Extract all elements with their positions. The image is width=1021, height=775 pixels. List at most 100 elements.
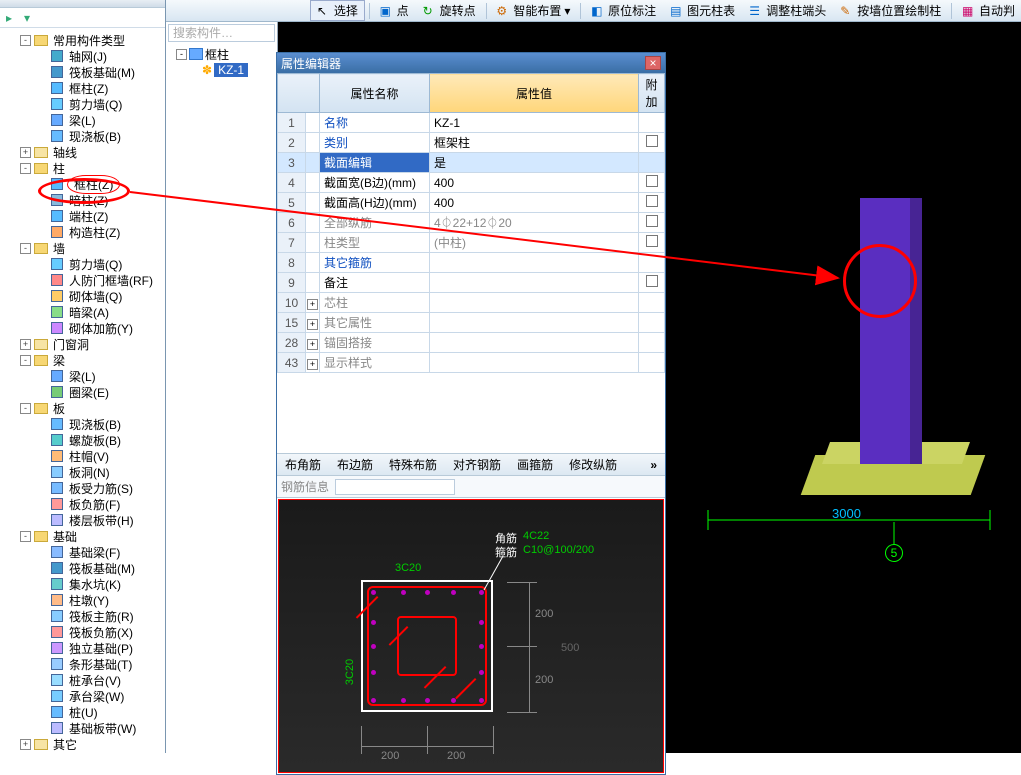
tree-item[interactable]: 轴网(J) <box>0 48 165 64</box>
tree-item[interactable]: -梁 <box>0 352 165 368</box>
tree-item[interactable]: 桩承台(V) <box>0 672 165 688</box>
tree-item[interactable]: -板 <box>0 400 165 416</box>
search-input[interactable]: 搜索构件… <box>168 24 275 42</box>
property-row[interactable]: 1名称KZ-1 <box>278 113 665 133</box>
tree-item[interactable]: 柱墩(Y) <box>0 592 165 608</box>
tree-item[interactable]: 剪力墙(Q) <box>0 96 165 112</box>
expand-icon[interactable]: ▸ <box>6 11 20 25</box>
property-row[interactable]: 6全部纵筋4⏀22+12⏀20 <box>278 213 665 233</box>
rotate-point-button[interactable]: ↻旋转点 <box>417 0 482 21</box>
meta-list-button[interactable]: ▤图元柱表 <box>664 0 741 21</box>
tab-draw-stirrup[interactable]: 画箍筋 <box>513 454 557 475</box>
expand-toggle[interactable]: - <box>20 531 31 542</box>
property-row[interactable]: 15+其它属性 <box>278 313 665 333</box>
property-value[interactable]: 框架柱 <box>430 133 639 153</box>
tree-item[interactable]: -墙 <box>0 240 165 256</box>
tree-item[interactable]: 板负筋(F) <box>0 496 165 512</box>
tree-item[interactable]: +其它 <box>0 736 165 752</box>
property-value[interactable]: 4⏀22+12⏀20 <box>430 213 639 233</box>
property-row[interactable]: 3截面编辑是 <box>278 153 665 173</box>
tree-item[interactable]: 板洞(N) <box>0 464 165 480</box>
property-row[interactable]: 5截面高(H边)(mm)400 <box>278 193 665 213</box>
value-header[interactable]: 属性值 <box>430 74 639 113</box>
expand-toggle[interactable]: + <box>20 147 31 158</box>
expand-toggle[interactable]: + <box>20 339 31 350</box>
tree-item[interactable]: 暗梁(A) <box>0 304 165 320</box>
property-value[interactable]: 400 <box>430 173 639 193</box>
tree-item[interactable]: 基础梁(F) <box>0 544 165 560</box>
tree-item[interactable]: +轴线 <box>0 144 165 160</box>
property-value[interactable] <box>430 353 639 373</box>
tree-item[interactable]: -基础 <box>0 528 165 544</box>
tree-item[interactable]: 构造柱(Z) <box>0 224 165 240</box>
tree-item[interactable]: 条形基础(T) <box>0 656 165 672</box>
expand-toggle[interactable]: - <box>20 35 31 46</box>
name-header[interactable]: 属性名称 <box>320 74 430 113</box>
auto-judge-button[interactable]: ▦自动判 <box>956 0 1021 21</box>
tree-item[interactable]: -常用构件类型 <box>0 32 165 48</box>
property-value[interactable] <box>430 333 639 353</box>
checkbox[interactable] <box>646 235 658 247</box>
tree-item[interactable]: 楼层板带(H) <box>0 512 165 528</box>
property-row[interactable]: 9备注 <box>278 273 665 293</box>
list-root[interactable]: - 框柱 <box>170 46 273 62</box>
tree-item[interactable]: 框柱(Z) <box>0 80 165 96</box>
checkbox[interactable] <box>646 135 658 147</box>
tree-item[interactable]: 现浇板(B) <box>0 416 165 432</box>
tree-item[interactable]: 剪力墙(Q) <box>0 256 165 272</box>
property-grid[interactable]: 属性名称 属性值 附加 1名称KZ-12类别框架柱3截面编辑是4截面宽(B边)(… <box>277 73 665 373</box>
checkbox[interactable] <box>646 175 658 187</box>
property-value[interactable] <box>430 273 639 293</box>
property-value[interactable]: 400 <box>430 193 639 213</box>
expand-toggle[interactable]: + <box>307 299 318 310</box>
tree-item[interactable]: 人防门框墙(RF) <box>0 272 165 288</box>
tree-item[interactable]: 筏板负筋(X) <box>0 624 165 640</box>
tree-item[interactable]: 梁(L) <box>0 112 165 128</box>
property-row[interactable]: 28+锚固搭接 <box>278 333 665 353</box>
draw-by-wall-button[interactable]: ✎按墙位置绘制柱 <box>834 0 947 21</box>
tree-item[interactable]: 梁(L) <box>0 368 165 384</box>
expand-toggle[interactable]: + <box>307 339 318 350</box>
tree-item[interactable]: 集水坑(K) <box>0 576 165 592</box>
tree-item[interactable]: 柱帽(V) <box>0 448 165 464</box>
tab-edge-bar[interactable]: 布边筋 <box>333 454 377 475</box>
property-value[interactable]: 是 <box>430 153 639 173</box>
rebar-info-input[interactable] <box>335 479 455 495</box>
select-button[interactable]: ↖选择 <box>310 0 365 21</box>
tree-item[interactable]: 基础板带(W) <box>0 720 165 736</box>
tree-item[interactable]: 砌体加筋(Y) <box>0 320 165 336</box>
checkbox[interactable] <box>646 195 658 207</box>
collapse-icon[interactable]: ▾ <box>24 11 38 25</box>
component-list[interactable]: - 框柱 ✽ KZ-1 <box>166 44 277 80</box>
property-row[interactable]: 10+芯柱 <box>278 293 665 313</box>
close-button[interactable]: × <box>645 56 661 70</box>
tab-special-bar[interactable]: 特殊布筋 <box>385 454 441 475</box>
property-value[interactable] <box>430 313 639 333</box>
expand-toggle[interactable]: + <box>307 319 318 330</box>
component-tree[interactable]: -常用构件类型轴网(J)筏板基础(M)框柱(Z)剪力墙(Q)梁(L)现浇板(B)… <box>0 28 165 753</box>
property-row[interactable]: 7柱类型(中柱) <box>278 233 665 253</box>
tree-item[interactable]: 螺旋板(B) <box>0 432 165 448</box>
list-item[interactable]: ✽ KZ-1 <box>170 62 273 78</box>
smart-layout-button[interactable]: ⚙智能布置 ▾ <box>490 0 576 21</box>
point-button[interactable]: ▣点 <box>374 0 415 21</box>
property-row[interactable]: 4截面宽(B边)(mm)400 <box>278 173 665 193</box>
property-row[interactable]: 43+显示样式 <box>278 353 665 373</box>
tree-item[interactable]: -柱 <box>0 160 165 176</box>
tree-item[interactable]: 板受力筋(S) <box>0 480 165 496</box>
checkbox[interactable] <box>646 275 658 287</box>
tree-item[interactable]: 圈梁(E) <box>0 384 165 400</box>
adjust-end-button[interactable]: ☰调整柱端头 <box>743 0 832 21</box>
tree-item[interactable]: 筏板基础(M) <box>0 64 165 80</box>
property-value[interactable]: (中柱) <box>430 233 639 253</box>
expand-toggle[interactable]: - <box>20 355 31 366</box>
window-titlebar[interactable]: 属性编辑器 × <box>277 53 665 73</box>
expand-toggle[interactable]: - <box>20 163 31 174</box>
expand-toggle[interactable]: - <box>20 243 31 254</box>
expand-toggle[interactable]: - <box>20 403 31 414</box>
tree-item[interactable]: 独立基础(P) <box>0 640 165 656</box>
tree-item[interactable]: 现浇板(B) <box>0 128 165 144</box>
section-view[interactable]: 3C20 3C20 角筋 4C22 箍筋 C10@100/200 200 200… <box>278 499 664 773</box>
property-value[interactable]: KZ-1 <box>430 113 639 133</box>
tree-item[interactable]: 承台梁(W) <box>0 688 165 704</box>
